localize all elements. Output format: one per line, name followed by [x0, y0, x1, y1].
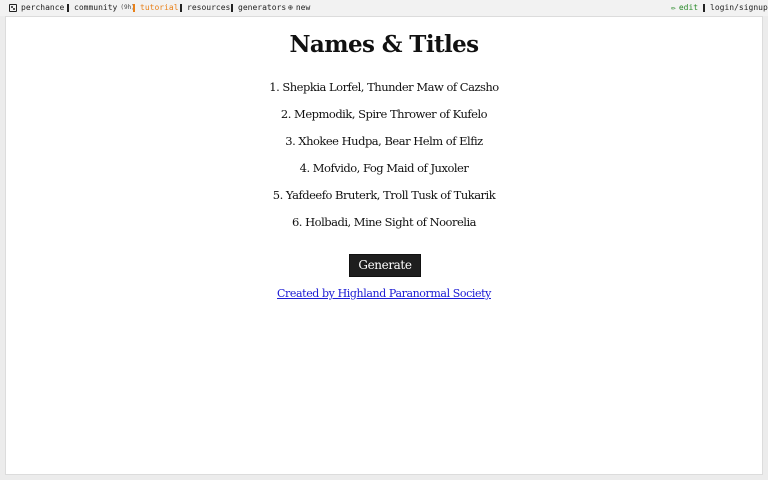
user-icon	[703, 4, 705, 12]
plus-circle-icon: ⊕	[288, 3, 293, 12]
list-item: 2. Mepmodik, Spire Thrower of Kufelo	[280, 107, 488, 121]
page-title: Names & Titles	[289, 31, 479, 58]
nav-generators[interactable]: generators	[231, 3, 286, 13]
list-item: 5. Yafdeefo Bruterk, Troll Tusk of Tukar…	[272, 188, 496, 202]
nav-community[interactable]: community (9h)	[67, 3, 135, 13]
nav-login[interactable]: login/signup	[703, 3, 768, 13]
list-item: 1. Shepkia Lorfel, Thunder Maw of Cazsho	[269, 80, 499, 94]
nav-perchance-label: perchance	[21, 3, 65, 12]
nav-edit-label: edit	[678, 3, 699, 12]
nav-generators-label: generators	[238, 3, 287, 12]
nav-new-label: new	[295, 3, 311, 12]
pencil-icon: ✏	[671, 3, 676, 12]
list-item: 4. Mofvido, Fog Maid of Juxoler	[299, 161, 469, 175]
dice-icon	[9, 4, 17, 12]
nav-edit[interactable]: ✏ edit	[671, 3, 698, 13]
nav-login-label: login/signup	[710, 3, 768, 12]
nav-tutorial-label: tutorial	[140, 3, 179, 12]
nav-new[interactable]: ⊕ new	[288, 3, 310, 13]
tutorial-icon	[133, 4, 135, 12]
nav-tutorial[interactable]: tutorial	[133, 3, 179, 13]
generators-icon	[231, 4, 233, 12]
generator-output-panel: Names & Titles 1. Shepkia Lorfel, Thunde…	[5, 16, 763, 475]
names-list: 1. Shepkia Lorfel, Thunder Maw of Cazsho…	[6, 77, 762, 239]
credit-link[interactable]: Created by Highland Paranormal Society	[6, 287, 762, 300]
nav-perchance[interactable]: perchance	[9, 3, 64, 13]
list-item: 3. Xhokee Hudpa, Bear Helm of Elfiz	[285, 134, 483, 148]
top-nav-bar: perchance community (9h) tutorial resour…	[0, 0, 768, 16]
list-item: 6. Holbadi, Mine Sight of Noorelia	[291, 215, 477, 229]
chat-icon	[67, 4, 69, 12]
nav-resources[interactable]: resources	[180, 3, 230, 13]
nav-community-label: community	[74, 3, 118, 12]
generate-button[interactable]: Generate	[349, 254, 421, 277]
nav-resources-label: resources	[187, 3, 231, 12]
resources-icon	[180, 4, 182, 12]
